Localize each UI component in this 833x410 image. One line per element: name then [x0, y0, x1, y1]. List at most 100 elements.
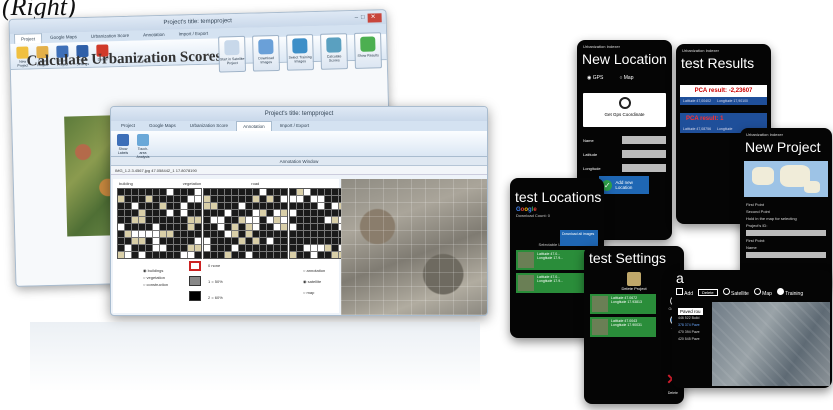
grid-cell[interactable] — [325, 231, 331, 237]
grid-cell[interactable] — [304, 210, 310, 216]
grid-cell[interactable] — [118, 231, 124, 237]
grid-cell[interactable] — [332, 189, 338, 195]
grid-cell[interactable] — [188, 210, 194, 216]
grid-cell[interactable] — [260, 252, 266, 258]
grid-cell[interactable] — [125, 231, 131, 237]
grid-cell[interactable] — [146, 210, 152, 216]
satellite-image[interactable] — [712, 302, 830, 386]
grid-cell[interactable] — [160, 238, 166, 244]
grid-cell[interactable] — [204, 217, 210, 223]
legend-vegetation[interactable]: ○ vegetation — [143, 274, 168, 281]
grid-cell[interactable] — [267, 203, 273, 209]
annotation-grid[interactable] — [117, 188, 202, 259]
grid-cell[interactable] — [246, 252, 252, 258]
grid-cell[interactable] — [125, 203, 131, 209]
grid-cell[interactable] — [211, 245, 217, 251]
grid-cell[interactable] — [167, 252, 173, 258]
grid-cell[interactable] — [132, 252, 138, 258]
grid-cell[interactable] — [160, 196, 166, 202]
grid-cell[interactable] — [167, 224, 173, 230]
grid-cell[interactable] — [174, 189, 180, 195]
grid-cell[interactable] — [211, 196, 217, 202]
grid-cell[interactable] — [232, 224, 238, 230]
grid-cell[interactable] — [311, 245, 317, 251]
grid-cell[interactable] — [325, 196, 331, 202]
grid-cell[interactable] — [304, 189, 310, 195]
grid-cell[interactable] — [181, 217, 187, 223]
grid-cell[interactable] — [311, 203, 317, 209]
grid-cell[interactable] — [139, 231, 145, 237]
grid-cell[interactable] — [167, 189, 173, 195]
grid-cell[interactable] — [267, 196, 273, 202]
grid-cell[interactable] — [239, 210, 245, 216]
grid-cell[interactable] — [304, 231, 310, 237]
world-map[interactable] — [744, 161, 828, 197]
grid-cell[interactable] — [218, 224, 224, 230]
grid-cell[interactable] — [146, 231, 152, 237]
grid-cell[interactable] — [195, 210, 201, 216]
grid-cell[interactable] — [281, 245, 287, 251]
grid-cell[interactable] — [218, 231, 224, 237]
grid-cell[interactable] — [132, 217, 138, 223]
grid-cell[interactable] — [304, 196, 310, 202]
tab-google-maps[interactable]: Google Maps — [44, 32, 83, 43]
grid-cell[interactable] — [225, 245, 231, 251]
grid-cell[interactable] — [195, 252, 201, 258]
grid-cell[interactable] — [290, 231, 296, 237]
location-row[interactable]: Latitude 47.0043 Longitude 17.90031 — [590, 317, 656, 337]
grid-cell[interactable] — [132, 224, 138, 230]
grid-cell[interactable] — [204, 210, 210, 216]
grid-cell[interactable] — [290, 189, 296, 195]
grid-cell[interactable] — [204, 224, 210, 230]
grid-cell[interactable] — [204, 238, 210, 244]
grid-cell[interactable] — [125, 217, 131, 223]
grid-cell[interactable] — [290, 238, 296, 244]
grid-cell[interactable] — [260, 224, 266, 230]
grid-cell[interactable] — [118, 252, 124, 258]
grid-cell[interactable] — [195, 189, 201, 195]
grid-cell[interactable] — [260, 203, 266, 209]
grid-cell[interactable] — [188, 231, 194, 237]
grid-cell[interactable] — [311, 231, 317, 237]
grid-cell[interactable] — [160, 203, 166, 209]
grid-cell[interactable] — [239, 189, 245, 195]
grid-cell[interactable] — [297, 231, 303, 237]
legend-construction[interactable]: ○ construction — [143, 281, 168, 288]
option-training[interactable]: Training — [776, 288, 803, 297]
grid-cell[interactable] — [232, 203, 238, 209]
grid-cell[interactable] — [332, 238, 338, 244]
grid-cell[interactable] — [204, 189, 210, 195]
grid-cell[interactable] — [125, 252, 131, 258]
grid-cell[interactable] — [167, 245, 173, 251]
grid-cell[interactable] — [325, 217, 331, 223]
grid-cell[interactable] — [246, 231, 252, 237]
grid-cell[interactable] — [318, 224, 324, 230]
latitude-field[interactable]: Latitude — [577, 147, 672, 161]
get-gps-button[interactable]: Get Gps Coordinate — [583, 93, 666, 127]
grid-cell[interactable] — [153, 252, 159, 258]
grid-cell[interactable] — [239, 196, 245, 202]
grid-cell[interactable] — [125, 245, 131, 251]
grid-cell[interactable] — [232, 196, 238, 202]
grid-cell[interactable] — [304, 203, 310, 209]
grid-cell[interactable] — [232, 238, 238, 244]
grid-cell[interactable] — [332, 224, 338, 230]
grid-cell[interactable] — [318, 203, 324, 209]
grid-cell[interactable] — [318, 210, 324, 216]
grid-cell[interactable] — [218, 245, 224, 251]
grid-cell[interactable] — [297, 203, 303, 209]
show-labels-button[interactable]: Show Labels — [115, 134, 131, 155]
grid-cell[interactable] — [218, 252, 224, 258]
close-button[interactable]: ✕ — [367, 13, 382, 23]
tab-project[interactable]: Project — [13, 33, 43, 44]
grid-cell[interactable] — [290, 252, 296, 258]
grid-cell[interactable] — [274, 224, 280, 230]
grid-cell[interactable] — [260, 210, 266, 216]
download-all-button[interactable]: Download all images — [560, 230, 598, 246]
grid-cell[interactable] — [290, 210, 296, 216]
grid-cell[interactable] — [239, 245, 245, 251]
grid-cell[interactable] — [290, 196, 296, 202]
grid-cell[interactable] — [218, 189, 224, 195]
grid-cell[interactable] — [304, 238, 310, 244]
grid-cell[interactable] — [118, 210, 124, 216]
